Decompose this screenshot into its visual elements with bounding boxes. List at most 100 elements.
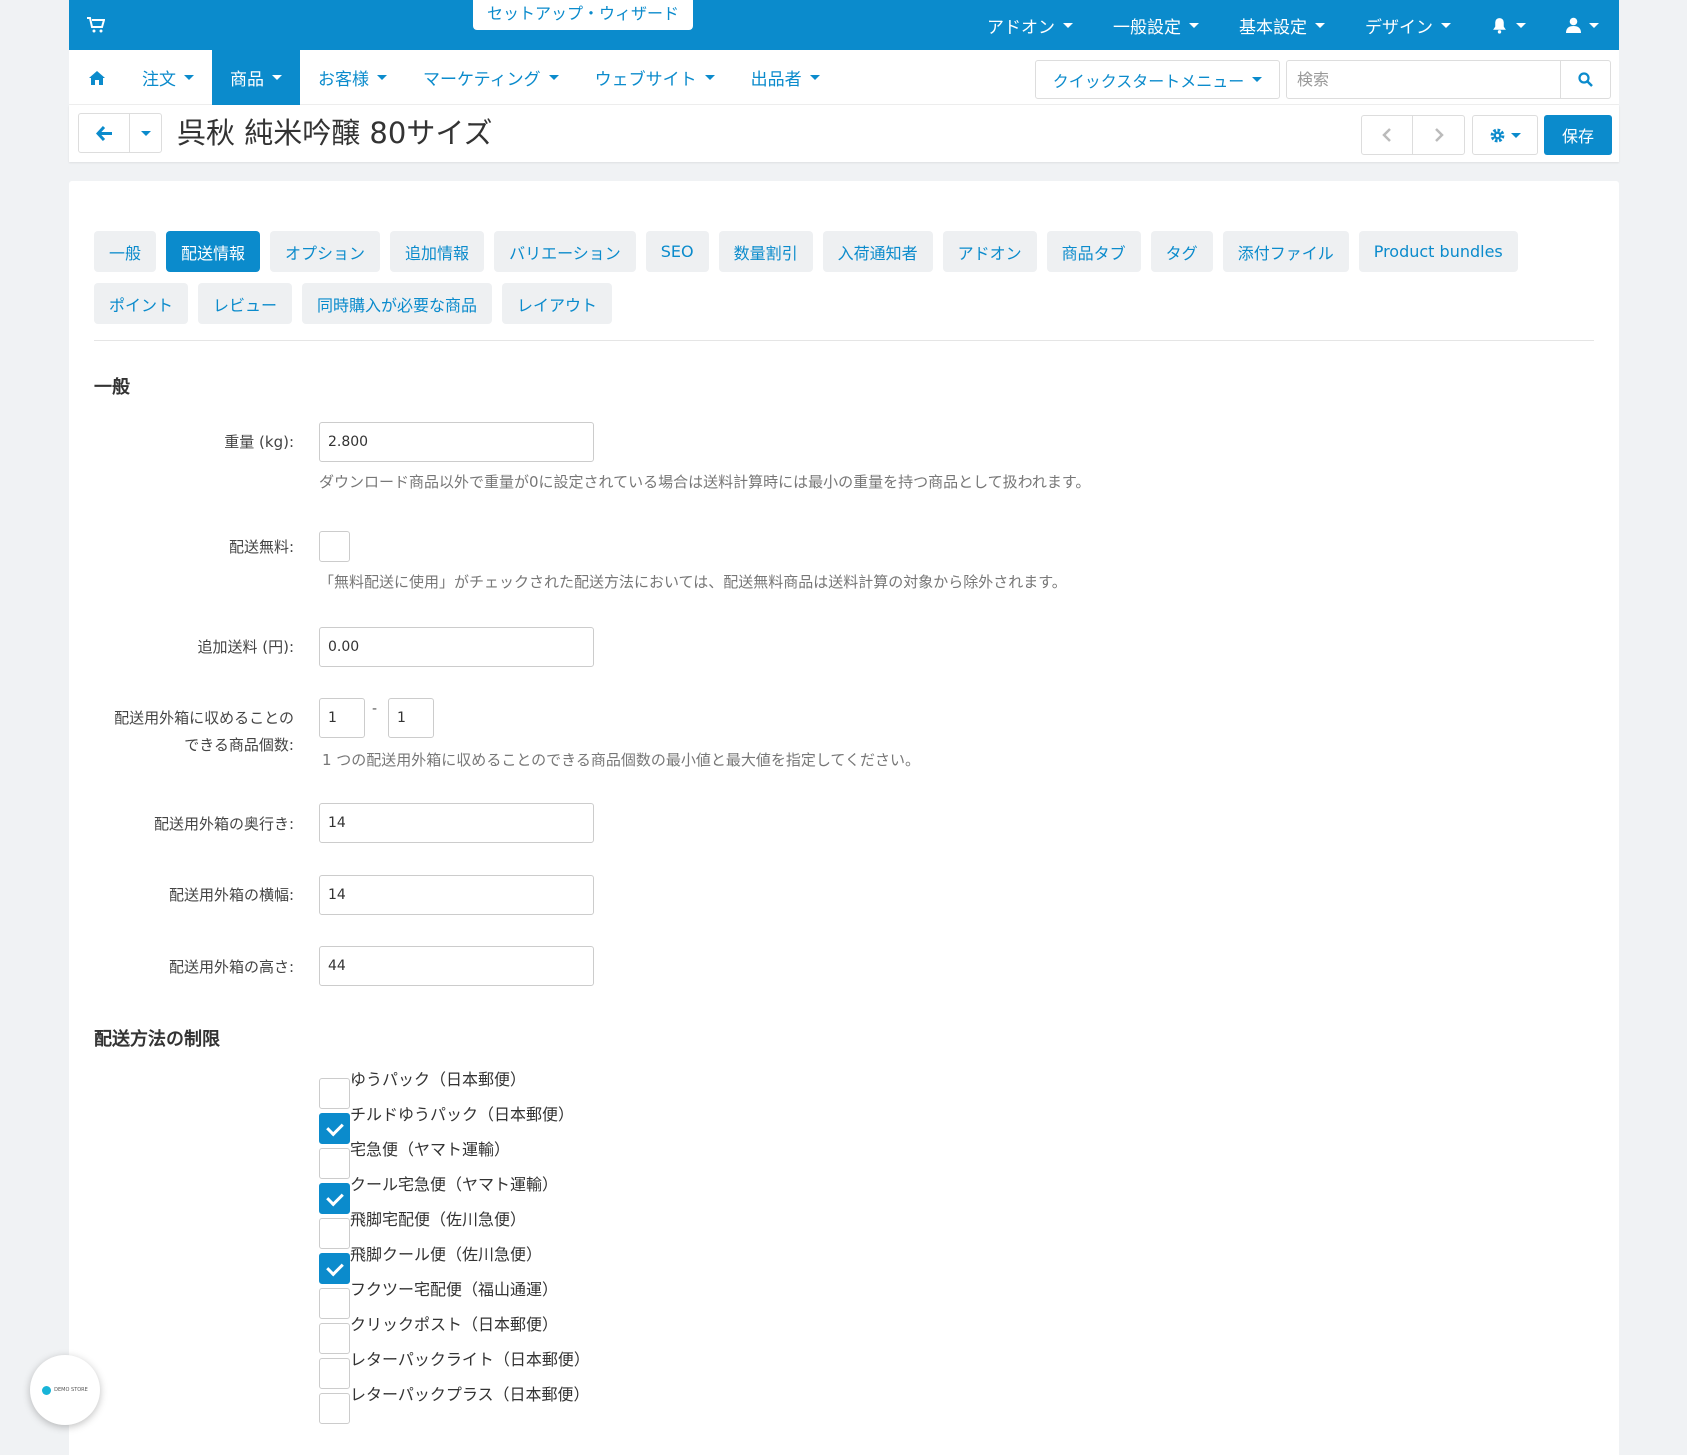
tab-required-products[interactable]: 同時購入が必要な商品 — [302, 283, 493, 324]
shipping-method-checkbox[interactable] — [319, 1393, 350, 1424]
caret-down-icon — [1516, 22, 1526, 28]
shipping-method-label: 飛脚宅配便（佐川急便） — [350, 1210, 527, 1229]
shipping-method-label: ゆうパック（日本郵便） — [350, 1070, 527, 1089]
top-nav-label: 基本設定 — [1239, 17, 1307, 38]
tab-bar: 一般 配送情報 オプション 追加情報 バリエーション SEO 数量割引 入荷通知… — [94, 231, 1594, 324]
section-heading-shipping-methods: 配送方法の制限 — [94, 1029, 220, 1050]
top-nav-design[interactable]: デザイン — [1345, 13, 1471, 38]
quick-start-menu[interactable]: クイックスタートメニュー — [1035, 60, 1280, 99]
box-height-field[interactable] — [319, 946, 594, 986]
shipping-method-checkbox[interactable] — [319, 1253, 350, 1284]
items-per-box-label-1: 配送用外箱に収めることの — [114, 709, 294, 727]
items-per-box-min-field[interactable] — [319, 698, 365, 738]
shipping-method-checkbox[interactable] — [319, 1358, 350, 1389]
caret-down-icon — [272, 75, 282, 80]
shipping-method-checkbox[interactable] — [319, 1148, 350, 1179]
tab-attachments[interactable]: 添付ファイル — [1222, 231, 1349, 272]
caret-down-icon — [1189, 22, 1199, 28]
search-button[interactable] — [1560, 60, 1611, 99]
caret-down-icon — [1511, 132, 1521, 138]
caret-down-icon — [377, 75, 387, 80]
nav-website[interactable]: ウェブサイト — [577, 50, 733, 105]
previous-product-button[interactable] — [1362, 116, 1413, 154]
tab-quantity-discounts[interactable]: 数量割引 — [718, 231, 813, 272]
search-input[interactable] — [1286, 60, 1561, 99]
shipping-method-label: レターパックライト（日本郵便） — [350, 1350, 590, 1369]
extra-shipping-label: 追加送料 (円): — [197, 638, 294, 656]
tab-layout[interactable]: レイアウト — [502, 283, 613, 324]
tab-divider — [94, 340, 1594, 341]
tab-options[interactable]: オプション — [270, 231, 381, 272]
shipping-method-checkbox[interactable] — [319, 1078, 350, 1109]
tab-additional-info[interactable]: 追加情報 — [390, 231, 485, 272]
shipping-method-checkbox[interactable] — [319, 1113, 350, 1144]
extra-shipping-field[interactable] — [319, 627, 594, 667]
top-nav-label: アドオン — [987, 17, 1055, 38]
box-depth-field[interactable] — [319, 803, 594, 843]
save-button[interactable]: 保存 — [1544, 115, 1612, 155]
weight-help: ダウンロード商品以外で重量が0に設定されている場合は送料計算時には最小の重量を持… — [319, 473, 1091, 491]
back-button[interactable] — [79, 114, 131, 152]
shipping-method-label: クール宅急便（ヤマト運輸） — [350, 1175, 559, 1194]
tab-points[interactable]: ポイント — [94, 283, 189, 324]
tab-general[interactable]: 一般 — [94, 231, 157, 272]
top-nav-addons[interactable]: アドオン — [967, 13, 1093, 38]
top-nav-label: デザイン — [1365, 17, 1433, 38]
top-nav-basic-settings[interactable]: 基本設定 — [1219, 13, 1345, 38]
quick-start-label: クイックスタートメニュー — [1052, 71, 1245, 91]
weight-field[interactable] — [319, 422, 594, 462]
box-width-field[interactable] — [319, 875, 594, 915]
content-panel: 一般 配送情報 オプション 追加情報 バリエーション SEO 数量割引 入荷通知… — [30, 181, 1619, 1455]
bell-icon — [1493, 17, 1506, 34]
nav-customers[interactable]: お客様 — [300, 50, 405, 105]
tab-shipping[interactable]: 配送情報 — [166, 231, 261, 272]
nav-label: マーケティング — [423, 70, 541, 90]
back-dropdown[interactable] — [130, 114, 161, 152]
tab-product-tabs[interactable]: 商品タブ — [1046, 231, 1141, 272]
notifications-menu[interactable] — [1471, 17, 1546, 34]
demo-store-label: DEMO STORE — [54, 1387, 88, 1393]
shipping-method-checkbox[interactable] — [319, 1288, 350, 1319]
box-height-label: 配送用外箱の高さ: — [168, 958, 294, 976]
nav-label: ウェブサイト — [594, 70, 697, 90]
gear-icon — [1490, 128, 1505, 142]
caret-down-icon — [140, 130, 151, 136]
tab-stock-subscribers[interactable]: 入荷通知者 — [822, 231, 933, 272]
tab-variations[interactable]: バリエーション — [494, 231, 636, 272]
tab-product-bundles[interactable]: Product bundles — [1358, 231, 1518, 272]
shipping-method-checkbox[interactable] — [319, 1218, 350, 1249]
settings-dropdown-button[interactable] — [1472, 115, 1538, 155]
shipping-method-checkbox[interactable] — [319, 1183, 350, 1214]
demo-store-badge[interactable]: DEMO STORE — [30, 1355, 100, 1425]
shipping-method-checkbox[interactable] — [319, 1323, 350, 1354]
product-pager — [1361, 115, 1465, 155]
caret-down-icon — [548, 75, 559, 80]
logo-icon — [42, 1385, 52, 1395]
user-menu[interactable] — [1546, 17, 1619, 33]
main-nav: 注文 商品 お客様 マーケティング ウェブサイト 出品者 クイックスタートメニュ… — [69, 50, 1619, 105]
tab-reviews[interactable]: レビュー — [198, 283, 293, 324]
shipping-method-label: 宅急便（ヤマト運輸） — [350, 1140, 511, 1159]
setup-wizard-button[interactable]: セットアップ・ウィザード — [473, 0, 693, 30]
next-product-button[interactable] — [1413, 116, 1464, 154]
items-per-box-max-field[interactable] — [388, 698, 434, 738]
nav-orders[interactable]: 注文 — [124, 50, 212, 105]
cart-icon[interactable] — [87, 17, 105, 33]
free-shipping-help: 「無料配送に使用」がチェックされた配送方法においては、配送無料商品は送料計算の対… — [319, 573, 1067, 591]
nav-products[interactable]: 商品 — [212, 50, 300, 105]
back-button-group — [78, 113, 162, 153]
shipping-method-label: レターパックプラス（日本郵便） — [350, 1385, 590, 1404]
nav-vendors[interactable]: 出品者 — [733, 50, 838, 105]
top-nav-general-settings[interactable]: 一般設定 — [1093, 13, 1219, 38]
items-per-box-help: 1 つの配送用外箱に収めることのできる商品個数の最小値と最大値を指定してください… — [322, 751, 920, 769]
tab-seo[interactable]: SEO — [645, 231, 709, 272]
tab-addons[interactable]: アドオン — [942, 231, 1037, 272]
free-shipping-checkbox[interactable] — [319, 531, 350, 562]
nav-marketing[interactable]: マーケティング — [405, 50, 577, 105]
caret-down-icon — [809, 75, 820, 80]
search-icon — [1578, 72, 1593, 87]
items-per-box-label-2: できる商品個数: — [184, 736, 294, 754]
box-width-label: 配送用外箱の横幅: — [168, 886, 294, 904]
tab-tags[interactable]: タグ — [1150, 231, 1213, 272]
home-button[interactable] — [69, 50, 124, 105]
